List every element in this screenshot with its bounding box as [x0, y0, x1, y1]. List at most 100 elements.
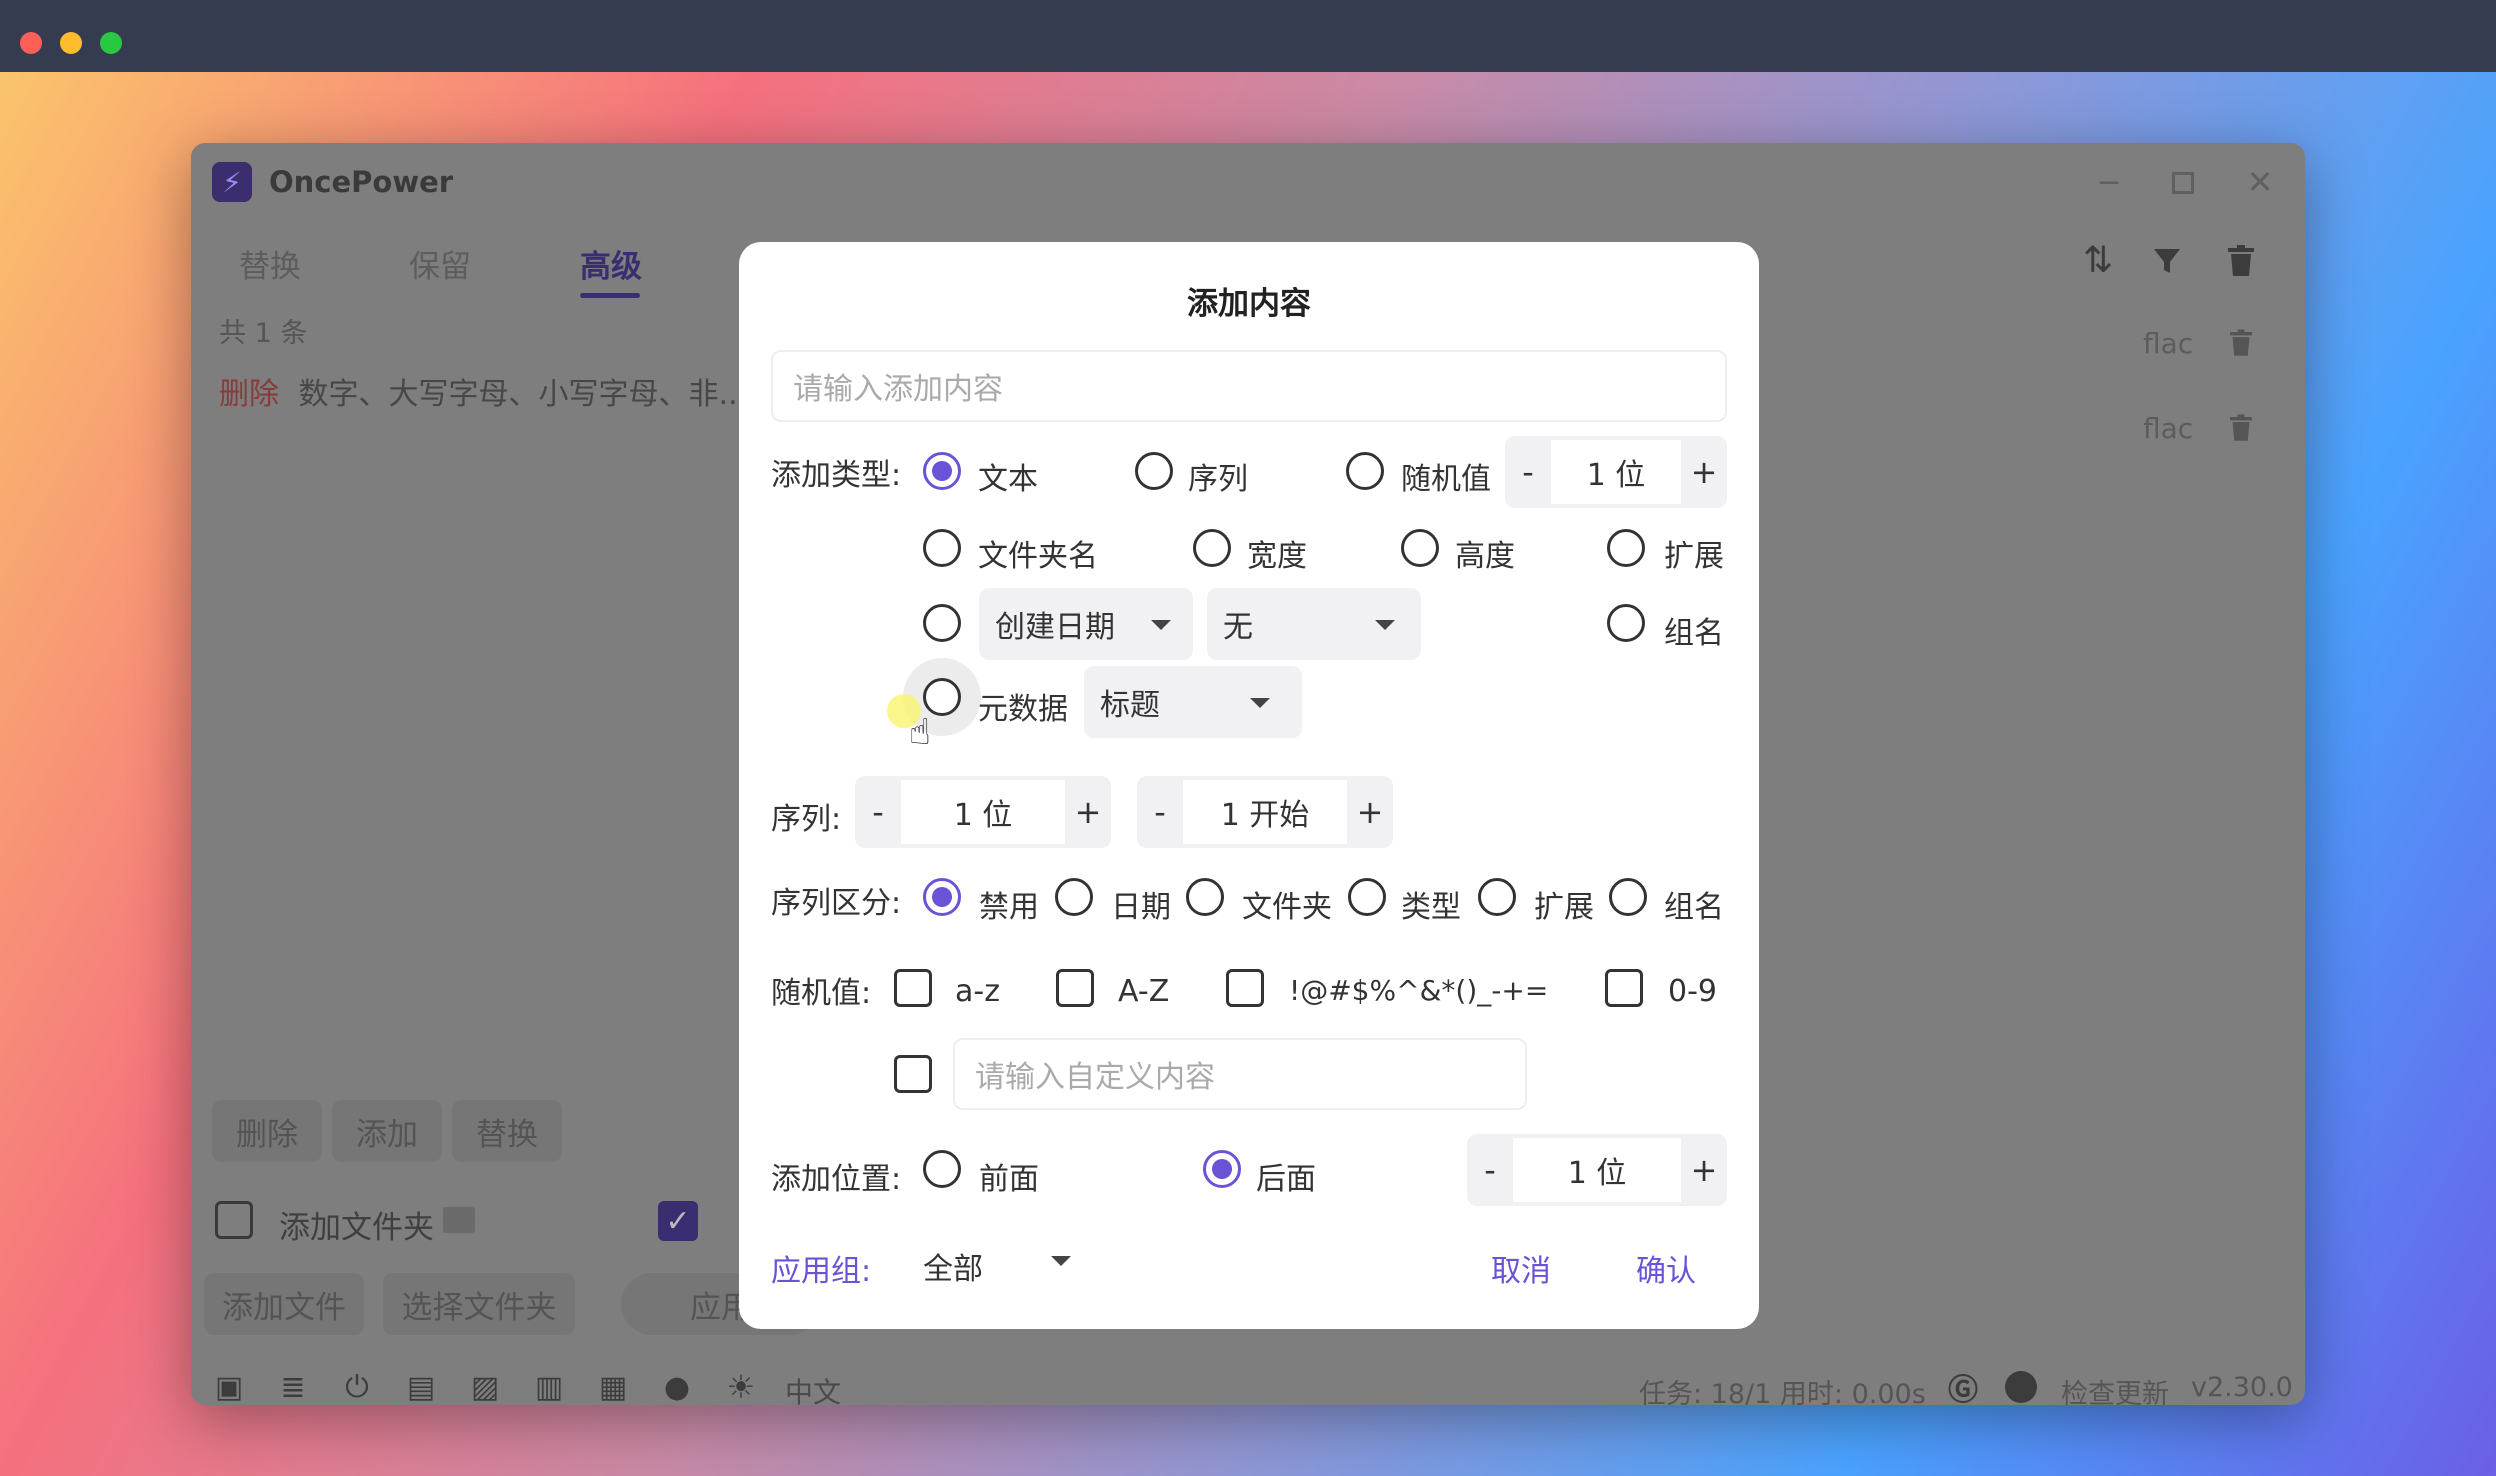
add-files-button[interactable]: 添加文件 — [204, 1273, 364, 1335]
rule-text: 数字、大写字母、小写字母、非... — [298, 377, 748, 412]
position-front-radio[interactable] — [923, 1150, 961, 1188]
random-custom-checkbox[interactable] — [894, 1055, 932, 1093]
maximize-icon[interactable] — [2167, 167, 2199, 199]
add-type-label: 添加类型: — [771, 458, 902, 493]
clipboard-icon[interactable]: ▤ — [403, 1369, 439, 1405]
sequence-digits-minus[interactable]: - — [855, 776, 901, 848]
partition-group-radio[interactable] — [1609, 878, 1647, 916]
apply-group-value: 全部 — [923, 1252, 983, 1287]
image-icon[interactable]: ▨ — [467, 1369, 503, 1405]
partition-folder-radio[interactable] — [1186, 878, 1224, 916]
type-date-radio[interactable] — [923, 604, 961, 642]
dialog-title: 添加内容 — [1187, 286, 1311, 322]
apply-group-label: 应用组: — [771, 1254, 872, 1289]
sequence-digits-value[interactable]: 1 位 — [901, 780, 1065, 844]
position-digits-minus[interactable]: - — [1467, 1134, 1513, 1206]
metadata-field-select[interactable]: 标题 — [1084, 666, 1302, 738]
add-folder-checkbox[interactable] — [215, 1201, 253, 1239]
random-custom-input[interactable]: 请输入自定义内容 — [953, 1038, 1527, 1110]
partition-option-label: 类型 — [1401, 890, 1461, 925]
minimize-icon[interactable]: ─ — [2091, 165, 2127, 201]
random-digits-minus[interactable]: - — [1505, 436, 1551, 508]
sequence-start-minus[interactable]: - — [1137, 776, 1183, 848]
random-digits-plus[interactable]: + — [1681, 436, 1727, 508]
date-type-select[interactable]: 创建日期 — [979, 588, 1193, 660]
option-checkbox-checked[interactable]: ✓ — [658, 1201, 698, 1241]
file-delete-icon[interactable] — [2225, 323, 2257, 363]
hand-cursor-icon: ☝ — [909, 712, 931, 753]
random-digits-value[interactable]: 1 位 — [1551, 440, 1681, 504]
position-digits-plus[interactable]: + — [1681, 1134, 1727, 1206]
random-digits-checkbox[interactable] — [1605, 969, 1643, 1007]
power-icon[interactable]: ⏻ — [339, 1369, 375, 1405]
position-digits-value[interactable]: 1 位 — [1513, 1138, 1681, 1202]
csv-file-icon[interactable]: ▥ — [531, 1369, 567, 1405]
type-sequence-label: 序列 — [1188, 462, 1248, 497]
maximize-window-dot[interactable] — [100, 32, 122, 54]
position-back-radio[interactable] — [1203, 1150, 1241, 1188]
type-height-radio[interactable] — [1401, 529, 1439, 567]
trash-all-icon[interactable] — [2223, 239, 2259, 283]
app-logo-icon: ⚡ — [212, 162, 252, 202]
replace-button[interactable]: 替换 — [452, 1100, 562, 1162]
github-icon[interactable] — [2001, 1367, 2041, 1405]
partition-option-label: 文件夹 — [1242, 890, 1332, 925]
add-button[interactable]: 添加 — [332, 1100, 442, 1162]
partition-extension-radio[interactable] — [1478, 878, 1516, 916]
content-input[interactable]: 请输入添加内容 — [771, 350, 1727, 422]
type-extension-radio[interactable] — [1607, 529, 1645, 567]
log-icon[interactable]: ≣ — [275, 1369, 311, 1405]
date-format-value: 无 — [1223, 610, 1253, 645]
cancel-button[interactable]: 取消 — [1491, 1246, 1551, 1290]
type-text-radio[interactable] — [923, 452, 961, 490]
chevron-down-icon — [1250, 698, 1270, 708]
tab-replace[interactable]: 替换 — [239, 241, 301, 286]
file-delete-icon[interactable] — [2225, 408, 2257, 448]
random-lowercase-checkbox[interactable] — [894, 969, 932, 1007]
gitee-icon[interactable]: Ⓖ — [1943, 1367, 1983, 1405]
delete-button[interactable]: 删除 — [212, 1100, 322, 1162]
partition-type-radio[interactable] — [1348, 878, 1386, 916]
type-folder-name-radio[interactable] — [923, 529, 961, 567]
rule-item[interactable]: 删除 数字、大写字母、小写字母、非... — [219, 369, 747, 413]
rule-count: 共 1 条 — [219, 318, 308, 349]
calendar-icon[interactable]: ▦ — [595, 1369, 631, 1405]
check-update-link[interactable]: 检查更新 — [2061, 1372, 2169, 1405]
close-icon[interactable]: ✕ — [2241, 163, 2279, 201]
save-icon[interactable]: ▣ — [211, 1369, 247, 1405]
random-uppercase-checkbox[interactable] — [1056, 969, 1094, 1007]
tab-keep[interactable]: 保留 — [409, 241, 471, 286]
bulb-icon[interactable]: ● — [659, 1369, 695, 1405]
random-label: 随机值: — [771, 976, 872, 1011]
type-sequence-radio[interactable] — [1135, 452, 1173, 490]
date-format-select[interactable]: 无 — [1207, 588, 1421, 660]
close-window-dot[interactable] — [20, 32, 42, 54]
language-switch[interactable]: 中文 — [785, 1371, 841, 1405]
theme-sun-icon[interactable]: ☀ — [723, 1368, 759, 1405]
add-content-dialog: 添加内容 请输入添加内容 添加类型: 文本 序列 随机值 - 1 位 + 文件夹… — [739, 242, 1759, 1329]
sequence-digits-plus[interactable]: + — [1065, 776, 1111, 848]
type-width-radio[interactable] — [1193, 529, 1231, 567]
tab-advanced[interactable]: 高级 — [580, 241, 642, 286]
os-titlebar — [0, 0, 2496, 72]
type-metadata-radio[interactable] — [923, 678, 961, 716]
type-random-radio[interactable] — [1346, 452, 1384, 490]
sequence-start-plus[interactable]: + — [1347, 776, 1393, 848]
random-option-label: a-z — [955, 974, 1000, 1009]
apply-group-select[interactable]: 全部 — [917, 1232, 1097, 1290]
partition-date-radio[interactable] — [1055, 878, 1093, 916]
select-folder-button[interactable]: 选择文件夹 — [383, 1273, 575, 1335]
rule-tag: 删除 — [219, 377, 279, 412]
confirm-button[interactable]: 确认 — [1636, 1246, 1696, 1290]
partition-option-label: 组名 — [1664, 890, 1724, 925]
partition-disabled-radio[interactable] — [923, 878, 961, 916]
chevron-down-icon — [1375, 620, 1395, 630]
sequence-start-value[interactable]: 1 开始 — [1183, 780, 1347, 844]
seq-partition-label: 序列区分: — [771, 886, 902, 921]
type-folder-name-label: 文件夹名 — [978, 539, 1098, 574]
filter-icon[interactable] — [2147, 239, 2187, 283]
minimize-window-dot[interactable] — [60, 32, 82, 54]
type-group-name-radio[interactable] — [1607, 604, 1645, 642]
random-symbols-checkbox[interactable] — [1226, 969, 1264, 1007]
sort-icon[interactable]: ⇅ — [2076, 235, 2120, 285]
